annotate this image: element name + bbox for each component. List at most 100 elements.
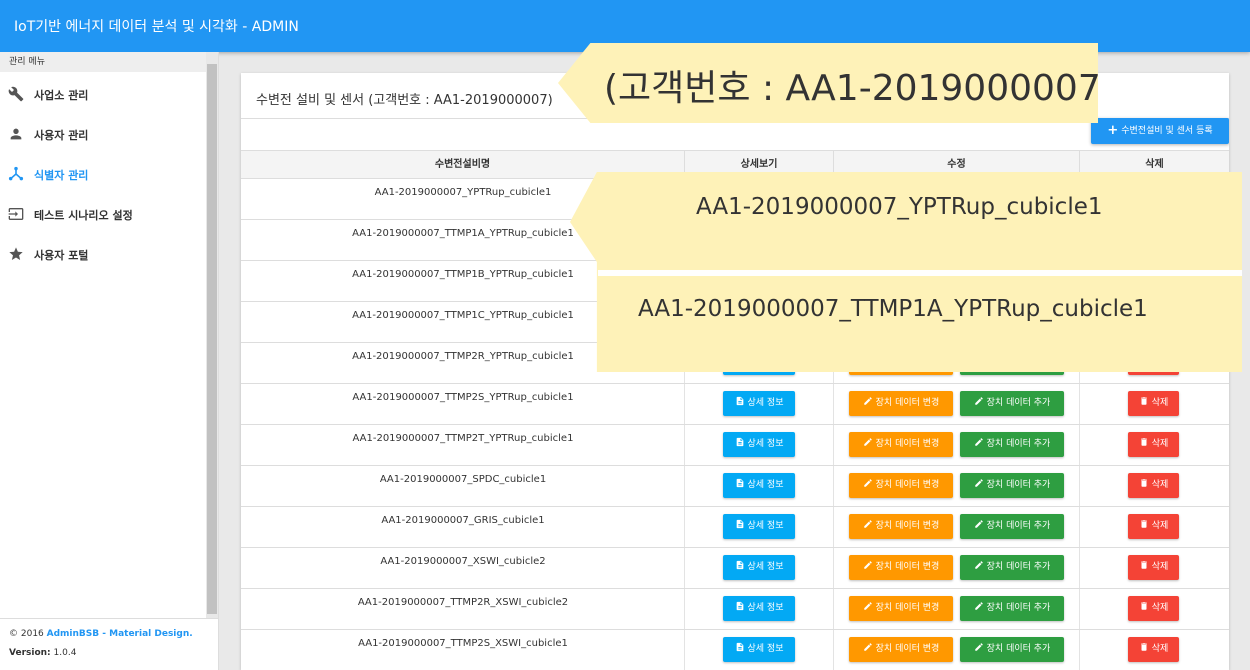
version-line: Version: 1.0.4: [9, 648, 218, 658]
change-device-data-button[interactable]: 장치 데이터 변경: [849, 432, 953, 457]
add-device-data-button[interactable]: 장치 데이터 추가: [960, 637, 1064, 662]
table-row: AA1-2019000007_SPDC_cubicle1 상세 정보 장치 데이터 …: [241, 466, 1229, 507]
sidebar-item-identifier[interactable]: 식별자 관리: [0, 154, 205, 194]
trash-icon: [1139, 520, 1152, 531]
detail-button[interactable]: 상세 정보: [723, 432, 795, 457]
menu-header: 관리 메뉴: [0, 52, 218, 72]
equipment-name: AA1-2019000007_TTMP2R_XSWI_cubicle2: [357, 597, 569, 608]
delete-button[interactable]: 삭제: [1128, 596, 1179, 621]
change-device-data-button[interactable]: 장치 데이터 변경: [849, 596, 953, 621]
delete-button[interactable]: 삭제: [1128, 555, 1179, 580]
name-cell: AA1-2019000007_GRIS_cubicle1: [241, 507, 685, 547]
callout-separator: [598, 270, 1242, 276]
add-device-data-button[interactable]: 장치 데이터 추가: [960, 391, 1064, 416]
delete-button[interactable]: 삭제: [1128, 473, 1179, 498]
document-icon: [735, 519, 748, 531]
change-device-data-button[interactable]: 장치 데이터 변경: [849, 637, 953, 662]
copyright-text: © 2016: [9, 629, 47, 639]
change-device-data-button[interactable]: 장치 데이터 변경: [849, 514, 953, 539]
add-device-data-button[interactable]: 장치 데이터 추가: [960, 555, 1064, 580]
detail-cell: 상세 정보: [685, 630, 834, 670]
trash-icon: [1139, 479, 1152, 490]
person-icon: [8, 126, 24, 142]
table-row: AA1-2019000007_TTMP2T_YPTRup_cubicle1 상세 …: [241, 425, 1229, 466]
pencil-icon: [974, 479, 987, 490]
change-device-data-button[interactable]: 장치 데이터 변경: [849, 555, 953, 580]
add-device-data-button[interactable]: 장치 데이터 추가: [960, 432, 1064, 457]
document-icon: [735, 642, 748, 654]
name-cell: AA1-2019000007_TTMP2T_YPTRup_cubicle1: [241, 425, 685, 465]
equipment-name: AA1-2019000007_XSWI_cubicle2: [380, 556, 546, 567]
pencil-icon: [974, 643, 987, 654]
detail-button[interactable]: 상세 정보: [723, 514, 795, 539]
pencil-icon: [974, 520, 987, 531]
input-icon: [8, 206, 24, 222]
sidebar-item-business-office[interactable]: 사업소 관리: [0, 74, 205, 114]
add-button-label: 장치 데이터 추가: [986, 562, 1051, 572]
detail-button[interactable]: 상세 정보: [723, 637, 795, 662]
sidebar-scrollbar-thumb[interactable]: [207, 64, 217, 614]
add-device-data-button[interactable]: 장치 데이터 추가: [960, 514, 1064, 539]
table-row: AA1-2019000007_TTMP2S_XSWI_cubicle1 상세 정보…: [241, 630, 1229, 670]
change-device-data-button[interactable]: 장치 데이터 변경: [849, 391, 953, 416]
detail-button[interactable]: 상세 정보: [723, 555, 795, 580]
pencil-icon: [974, 397, 987, 408]
delete-button[interactable]: 삭제: [1128, 514, 1179, 539]
detail-button[interactable]: 상세 정보: [723, 473, 795, 498]
detail-cell: 상세 정보: [685, 507, 834, 547]
trash-icon: [1139, 438, 1152, 449]
name-cell: AA1-2019000007_TTMP2R_XSWI_cubicle2: [241, 589, 685, 629]
detail-cell: 상세 정보: [685, 466, 834, 506]
trash-icon: [1139, 397, 1152, 408]
delete-button[interactable]: 삭제: [1128, 637, 1179, 662]
trash-icon: [1139, 602, 1152, 613]
delete-cell: 삭제: [1080, 425, 1229, 465]
sidebar-item-user[interactable]: 사용자 관리: [0, 114, 205, 154]
add-button-label: 장치 데이터 추가: [986, 439, 1051, 449]
sidebar-item-test-scenario[interactable]: 테스트 시나리오 설정: [0, 194, 205, 234]
callout-equipment-names: AA1-2019000007_YPTRup_cubicle1 AA1-20190…: [570, 172, 1242, 372]
add-button-label: 장치 데이터 추가: [986, 521, 1051, 531]
sidebar-footer: © 2016 AdminBSB - Material Design. Versi…: [0, 618, 218, 670]
detail-cell: 상세 정보: [685, 425, 834, 465]
detail-button-label: 상세 정보: [747, 398, 784, 408]
pencil-icon: [974, 438, 987, 449]
detail-cell: 상세 정보: [685, 384, 834, 424]
delete-cell: 삭제: [1080, 630, 1229, 670]
plus-icon: +: [1107, 123, 1119, 138]
sidebar-item-label: 테스트 시나리오 설정: [34, 209, 133, 222]
brand-link[interactable]: AdminBSB - Material Design.: [47, 629, 193, 639]
sidebar-item-label: 사용자 포털: [34, 249, 89, 262]
detail-button-label: 상세 정보: [747, 562, 784, 572]
name-cell: AA1-2019000007_SPDC_cubicle1: [241, 466, 685, 506]
delete-cell: 삭제: [1080, 384, 1229, 424]
detail-button-label: 상세 정보: [747, 480, 784, 490]
table-row: AA1-2019000007_TTMP2R_XSWI_cubicle2 상세 정보…: [241, 589, 1229, 630]
detail-button[interactable]: 상세 정보: [723, 391, 795, 416]
callout-customer-number: (고객번호 : AA1-2019000007): [558, 43, 1098, 123]
delete-button-label: 삭제: [1151, 480, 1169, 490]
add-device-data-button[interactable]: 장치 데이터 추가: [960, 473, 1064, 498]
change-device-data-button[interactable]: 장치 데이터 변경: [849, 473, 953, 498]
document-icon: [735, 396, 748, 408]
detail-button[interactable]: 상세 정보: [723, 596, 795, 621]
add-device-data-button[interactable]: 장치 데이터 추가: [960, 596, 1064, 621]
delete-cell: 삭제: [1080, 548, 1229, 588]
delete-button-label: 삭제: [1151, 398, 1169, 408]
edit-cell: 장치 데이터 변경 장치 데이터 추가: [834, 384, 1080, 424]
register-equipment-button[interactable]: + 수변전설비 및 센서 등록: [1091, 118, 1229, 144]
sidebar-item-user-portal[interactable]: 사용자 포털: [0, 234, 205, 274]
change-button-label: 장치 데이터 변경: [875, 562, 940, 572]
share-icon: [8, 166, 24, 182]
name-cell: AA1-2019000007_XSWI_cubicle2: [241, 548, 685, 588]
equipment-name: AA1-2019000007_TTMP2S_YPTRup_cubicle1: [352, 392, 574, 403]
page-title: 수변전 설비 및 센서 (고객번호 : AA1-2019000007): [256, 93, 553, 108]
detail-button-label: 상세 정보: [747, 521, 784, 531]
version-label: Version:: [9, 648, 51, 658]
table-row: AA1-2019000007_XSWI_cubicle2 상세 정보 장치 데이터 …: [241, 548, 1229, 589]
table-row: AA1-2019000007_GRIS_cubicle1 상세 정보 장치 데이터 …: [241, 507, 1229, 548]
delete-button[interactable]: 삭제: [1128, 391, 1179, 416]
callout-name-2: AA1-2019000007_TTMP1A_YPTRup_cubicle1: [638, 296, 1148, 322]
equipment-name: AA1-2019000007_TTMP2S_XSWI_cubicle1: [358, 638, 568, 649]
delete-button[interactable]: 삭제: [1128, 432, 1179, 457]
